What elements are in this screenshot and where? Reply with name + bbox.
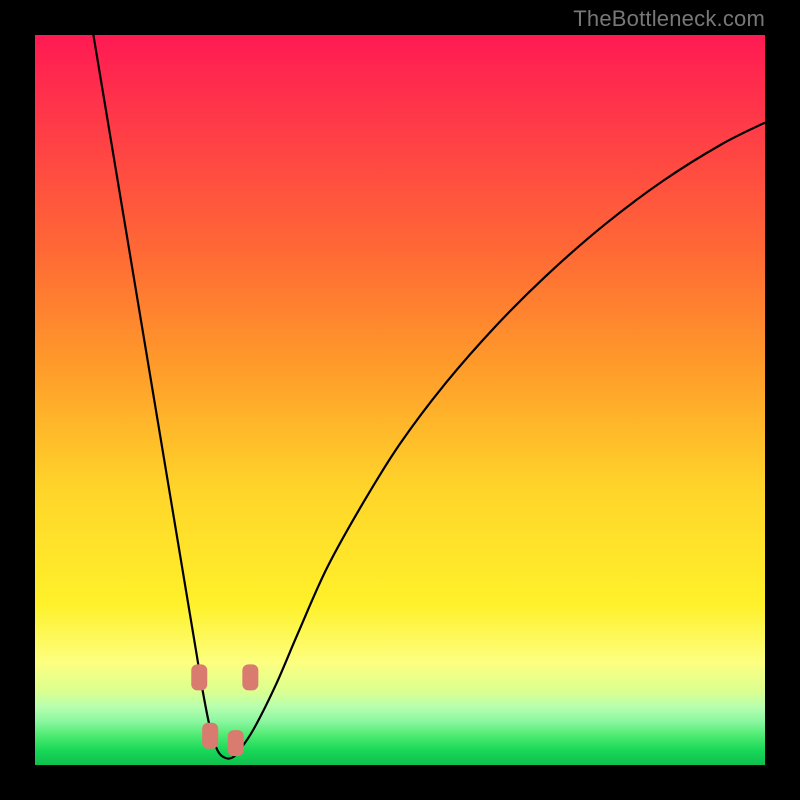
curve-layer [35,35,765,765]
marker-right-upper [242,664,258,690]
marker-right-lower [228,730,244,756]
marker-layer [191,664,258,756]
plot-area [35,35,765,765]
marker-left-upper [191,664,207,690]
chart-stage: TheBottleneck.com [0,0,800,800]
marker-left-lower [202,723,218,749]
bottleneck-curve [93,35,765,759]
watermark-text: TheBottleneck.com [573,6,765,32]
